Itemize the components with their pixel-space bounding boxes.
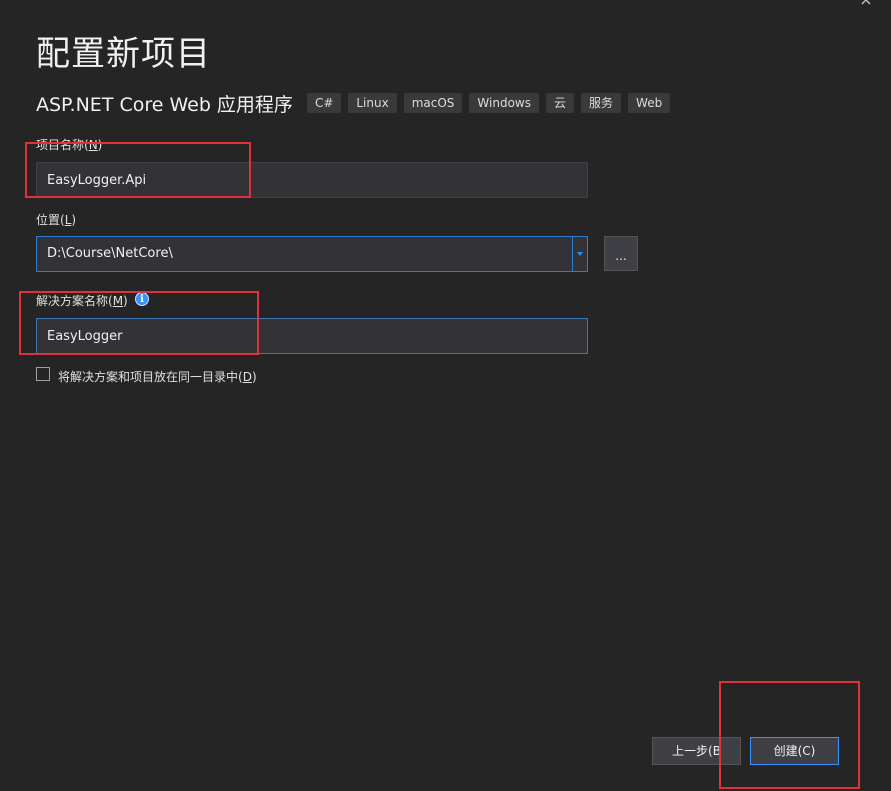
project-name-input[interactable] [36,162,588,198]
chevron-down-icon[interactable] [572,237,587,271]
browse-button[interactable]: ... [604,236,638,271]
same-directory-mnemonic: D [242,370,252,384]
same-directory-label[interactable]: 将解决方案和项目放在同一目录中(D) [58,368,257,385]
info-icon[interactable]: i [135,292,149,306]
annotation-box-create [719,681,860,789]
tag-windows: Windows [469,93,539,113]
solution-name-input[interactable] [36,318,588,354]
tag-service: 服务 [581,93,622,113]
close-icon[interactable]: × [857,0,875,9]
project-name-label: 项目名称(N) [36,138,103,152]
template-header: ASP.NET Core Web 应用程序 C# Linux macOS Win… [36,90,677,116]
project-name-mnemonic: N [88,138,98,152]
solution-name-mnemonic: M [112,294,124,308]
tag-linux: Linux [348,93,397,113]
tag-csharp: C# [306,93,342,113]
page-title: 配置新项目 [36,34,211,74]
location-value: D:\Course\NetCore\ [47,246,173,261]
tag-web: Web [628,93,671,113]
location-combobox[interactable]: D:\Course\NetCore\ [36,236,588,272]
solution-name-label: 解决方案名称(M) [36,294,128,308]
location-label: 位置(L) [36,213,77,227]
back-button[interactable]: 上一步(B [652,737,741,765]
same-directory-checkbox[interactable] [36,367,50,381]
tag-cloud: 云 [546,93,575,113]
create-button[interactable]: 创建(C) [750,737,839,765]
template-name: ASP.NET Core Web 应用程序 [36,93,293,116]
tag-macos: macOS [403,93,463,113]
